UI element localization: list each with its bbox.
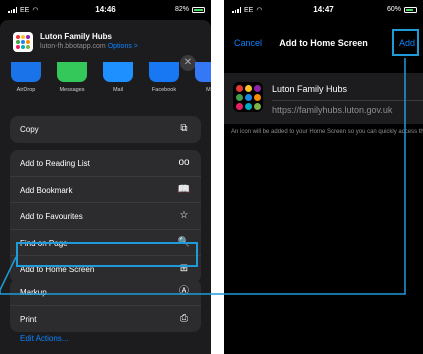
share-app-me[interactable]: Me [190, 62, 211, 93]
logo-dot [236, 85, 243, 92]
share-header: Luton Family Hubs luton-fh.bbotapp.com O… [0, 20, 211, 62]
share-app-airdrop[interactable]: AirDrop [6, 62, 46, 93]
logo-dot [254, 85, 261, 92]
mail-icon [103, 62, 133, 82]
star-icon: ☆ [179, 210, 189, 221]
logo-dot [26, 45, 30, 49]
battery-icon [192, 6, 205, 13]
airdrop-icon [11, 62, 41, 82]
highlight-box-add-to-home [16, 242, 198, 267]
action-label: Copy [20, 125, 39, 134]
action-label: Add to Reading List [20, 159, 90, 168]
share-title: Luton Family Hubs [40, 32, 112, 41]
battery-percent: 60% [386, 6, 401, 13]
facebook-icon [149, 62, 179, 82]
action-add-to-reading-list[interactable]: Add to Reading List oo [10, 150, 201, 177]
action-label: Print [20, 314, 37, 324]
status-bar: EE ◠ 14:47 60% [224, 0, 423, 20]
markup-icon: Ⓐ [179, 286, 189, 297]
share-app-label: Me [206, 87, 211, 93]
share-sheet: Luton Family Hubs luton-fh.bbotapp.com O… [0, 20, 211, 354]
logo-dot [21, 40, 25, 44]
glasses-icon: oo [178, 157, 190, 168]
logo-dot [21, 45, 25, 49]
action-group-3: Markup Ⓐ Print ⎙ [10, 279, 201, 332]
action-add-to-favourites[interactable]: Add to Favourites ☆ [10, 203, 201, 230]
battery-status: 82% [175, 6, 205, 13]
share-app-messages[interactable]: Messages [52, 62, 92, 93]
logo-dot [245, 85, 252, 92]
action-label: Add Bookmark [20, 185, 73, 195]
share-app-label: Messages [59, 87, 85, 93]
share-app-facebook[interactable]: Facebook [144, 62, 184, 93]
share-apps-row: AirDrop Messages Mail Facebook Me [0, 62, 211, 112]
book-icon: 📖 [177, 183, 191, 195]
action-copy[interactable]: Copy ⧉ [10, 116, 201, 143]
shortcut-name-field[interactable]: Luton Family Hubs [272, 84, 347, 94]
site-logo [233, 82, 263, 112]
info-note: An icon will be added to your Home Scree… [231, 129, 423, 135]
logo-dot [26, 40, 30, 44]
messages-icon [57, 62, 87, 82]
action-label: Add to Favourites [20, 212, 83, 221]
logo-dot [245, 103, 252, 110]
logo-dot [16, 40, 20, 44]
options-link[interactable]: Options > [108, 43, 138, 50]
highlight-box-add-button [392, 29, 419, 56]
action-group-1: Copy ⧉ [10, 116, 201, 143]
edit-actions-link[interactable]: Edit Actions... [20, 334, 68, 343]
printer-icon: ⎙ [180, 312, 188, 324]
copy-icon: ⧉ [180, 123, 188, 134]
action-label: Markup [20, 288, 47, 297]
action-add-bookmark[interactable]: Add Bookmark 📖 [10, 177, 201, 203]
logo-dot [254, 94, 261, 101]
divider [272, 100, 423, 101]
logo-dot [236, 103, 243, 110]
logo-dot [236, 94, 243, 101]
home-screen-preview: Luton Family Hubs https://familyhubs.lut… [224, 73, 423, 124]
site-logo [13, 32, 33, 52]
share-app-label: Mail [112, 87, 124, 93]
logo-dot [16, 35, 20, 39]
share-subtitle: luton-fh.bbotapp.com Options > [40, 43, 138, 50]
action-markup[interactable]: Markup Ⓐ [10, 279, 201, 306]
share-app-label: AirDrop [16, 87, 36, 93]
share-domain: luton-fh.bbotapp.com [40, 43, 106, 50]
left-screen: EE ◠ 14:46 82% Luton Family Hubs luton-f… [0, 0, 211, 354]
action-print[interactable]: Print ⎙ [10, 306, 201, 333]
me-icon [195, 62, 211, 82]
battery-percent: 82% [174, 6, 189, 13]
status-bar: EE ◠ 14:46 82% [0, 0, 211, 20]
share-app-mail[interactable]: Mail [98, 62, 138, 93]
battery-status: 60% [387, 6, 417, 13]
logo-dot [16, 45, 20, 49]
share-app-label: Facebook [151, 87, 177, 93]
logo-dot [26, 35, 30, 39]
battery-icon [404, 6, 417, 13]
logo-dot [245, 94, 252, 101]
logo-dot [254, 103, 261, 110]
shortcut-url: https://familyhubs.luton.gov.uk [272, 105, 393, 115]
logo-dot [21, 35, 25, 39]
